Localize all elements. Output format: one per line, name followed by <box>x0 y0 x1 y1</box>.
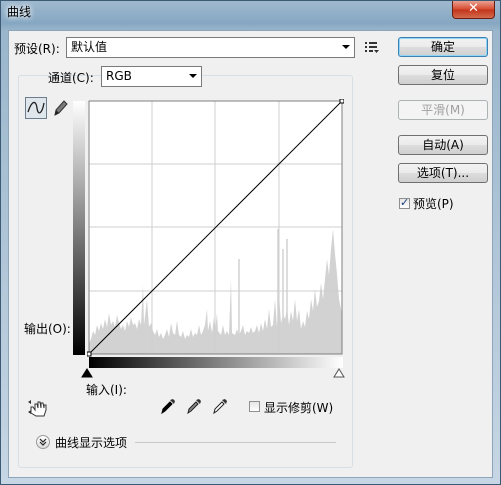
curve-display-options-label: 曲线显示选项 <box>55 436 128 450</box>
chevron-down-icon <box>39 438 47 446</box>
curve-display-options-toggle[interactable] <box>36 435 50 449</box>
preview-checkbox[interactable] <box>399 196 410 209</box>
reset-button[interactable]: 复位 <box>398 65 488 85</box>
curves-dialog-window: 曲线 ✕ 预设(R): 默认值 确定 复位 平滑(M) 自动(A) 选项(T).… <box>0 0 501 485</box>
output-gradient-bar <box>73 101 85 355</box>
close-button[interactable]: ✕ <box>452 1 495 19</box>
channel-select[interactable]: RGB <box>101 66 202 87</box>
input-label: 输入(I): <box>86 383 127 397</box>
window-title: 曲线 <box>7 5 32 19</box>
curve-point-icon <box>27 101 45 114</box>
black-point-slider[interactable] <box>81 368 93 378</box>
options-button[interactable]: 选项(T)... <box>398 163 488 183</box>
black-point-eyedropper-icon[interactable] <box>159 397 177 415</box>
preset-label: 预设(R): <box>14 42 60 56</box>
curve-tool-button[interactable] <box>25 97 47 119</box>
input-gradient-bar <box>89 357 343 368</box>
white-point-eyedropper-icon[interactable] <box>211 397 229 415</box>
preview-label: 预览(P) <box>413 197 454 211</box>
auto-button[interactable]: 自动(A) <box>398 135 488 155</box>
chevron-down-icon <box>342 45 350 49</box>
white-point-slider[interactable] <box>333 368 345 378</box>
ok-button[interactable]: 确定 <box>398 37 488 57</box>
channel-value: RGB <box>106 69 132 83</box>
chevron-down-icon <box>189 74 197 78</box>
on-image-adjust-icon[interactable] <box>27 399 49 417</box>
dialog-client-area: 预设(R): 默认值 确定 复位 平滑(M) 自动(A) 选项(T)... 预览… <box>8 30 493 478</box>
smooth-button[interactable]: 平滑(M) <box>398 100 488 120</box>
show-clipping-label: 显示修剪(W) <box>264 401 334 415</box>
preset-select[interactable]: 默认值 <box>66 37 355 58</box>
preset-value: 默认值 <box>71 40 108 54</box>
curve-graph[interactable] <box>87 99 344 357</box>
divider <box>135 442 336 443</box>
pencil-icon[interactable] <box>51 98 69 118</box>
preset-options-icon[interactable] <box>364 40 380 54</box>
show-clipping-checkbox[interactable] <box>249 401 260 412</box>
channel-label: 通道(C): <box>48 71 94 85</box>
gray-point-eyedropper-icon[interactable] <box>185 397 203 415</box>
output-label: 输出(O): <box>24 322 71 336</box>
